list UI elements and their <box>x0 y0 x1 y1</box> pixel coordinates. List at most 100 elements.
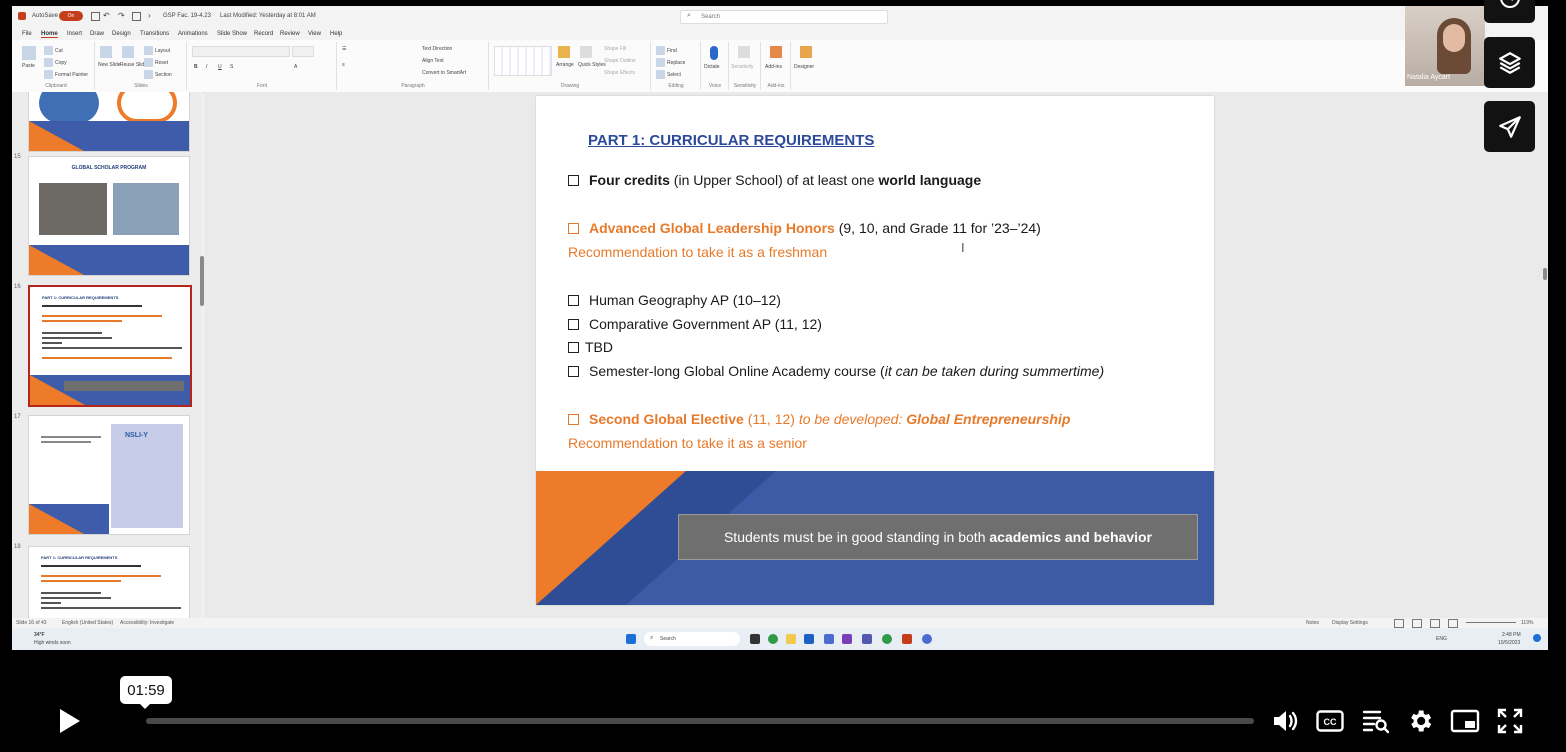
save-icon[interactable] <box>91 12 100 21</box>
weather-temp[interactable]: 34°F <box>34 632 45 638</box>
text-direction-button[interactable]: Text Direction <box>422 46 452 52</box>
progress-bar[interactable] <box>146 718 1254 724</box>
tab-help[interactable]: Help <box>330 31 342 37</box>
picture-in-picture-button[interactable] <box>1450 706 1480 736</box>
share-button[interactable] <box>1484 101 1535 152</box>
normal-view-icon[interactable] <box>1394 619 1404 628</box>
current-slide[interactable]: PART 1: CURRICULAR REQUIREMENTS Four cre… <box>536 96 1214 605</box>
slide-thumbnail[interactable]: PART 1: CURRICULAR REQUIREMENTS <box>28 546 190 622</box>
slide-thumbnail[interactable]: GLOBAL SCHOLAR PROGRAM <box>28 156 190 276</box>
weather-desc[interactable]: High winds soon <box>34 640 71 646</box>
search-box[interactable]: ⌕ Search <box>680 10 888 24</box>
redo-icon[interactable]: ↷ <box>118 11 125 20</box>
last-modified[interactable]: Last Modified: Yesterday at 8:01 AM <box>220 13 316 19</box>
tab-draw[interactable]: Draw <box>90 31 104 37</box>
fullscreen-button[interactable] <box>1495 706 1525 736</box>
captions-button[interactable]: CC <box>1315 706 1345 736</box>
section-button[interactable]: Section <box>144 70 172 79</box>
history-button[interactable] <box>1484 0 1535 23</box>
slide-sorter-icon[interactable] <box>1412 619 1422 628</box>
font-name-select[interactable] <box>192 46 290 57</box>
canvas-scrollbar[interactable] <box>1543 268 1547 280</box>
tab-record[interactable]: Record <box>254 31 273 37</box>
sensitivity-button[interactable]: Sensitivity <box>731 64 754 70</box>
app-icon[interactable] <box>922 634 932 644</box>
volume-button[interactable] <box>1270 706 1300 736</box>
bullets-icon[interactable]: ☰ <box>342 46 346 52</box>
outlook-icon[interactable] <box>804 634 814 644</box>
customize-toolbar-icon[interactable]: › <box>148 11 151 20</box>
zoom-app-icon[interactable] <box>824 634 834 644</box>
underline-icon[interactable]: U <box>218 64 222 70</box>
teams-icon[interactable] <box>862 634 872 644</box>
display-settings-button[interactable]: Display Settings <box>1332 620 1368 626</box>
notes-button[interactable]: Notes <box>1306 620 1319 626</box>
select-button[interactable]: Select <box>656 70 681 79</box>
layout-button[interactable]: Layout <box>144 46 170 55</box>
taskbar-search[interactable]: ⌕ Search <box>644 632 740 646</box>
language-indicator[interactable]: ENG <box>1436 636 1447 642</box>
shape-outline-button[interactable]: Shape Outline <box>604 58 636 64</box>
onenote-icon[interactable] <box>842 634 852 644</box>
reading-view-icon[interactable] <box>1430 619 1440 628</box>
dictate-button[interactable]: Dictate <box>704 64 720 70</box>
paste-button[interactable]: Paste <box>22 63 35 69</box>
tab-review[interactable]: Review <box>280 31 300 37</box>
accessibility-status[interactable]: Accessibility: Investigate <box>120 620 174 626</box>
file-explorer-icon[interactable] <box>786 634 796 644</box>
clock-date[interactable]: 10/5/2023 <box>1498 640 1520 646</box>
powerpoint-taskbar-icon[interactable] <box>902 634 912 644</box>
zoom-slider[interactable] <box>1466 622 1516 623</box>
play-button[interactable] <box>54 706 84 736</box>
windows-start-icon[interactable] <box>626 634 636 644</box>
font-color-icon[interactable]: A <box>294 64 297 70</box>
notification-icon[interactable] <box>1533 634 1541 642</box>
find-button[interactable]: Find <box>656 46 677 55</box>
shape-effects-button[interactable]: Shape Effects <box>604 70 635 76</box>
tab-view[interactable]: View <box>308 31 321 37</box>
tab-home[interactable]: Home <box>41 31 58 38</box>
quick-styles-button[interactable]: Quick Styles <box>578 62 606 68</box>
file-title[interactable]: GSP Fac. 19-4.23 <box>163 13 211 19</box>
italic-icon[interactable]: I <box>206 64 207 70</box>
shapes-gallery[interactable] <box>494 46 552 76</box>
tab-file[interactable]: File <box>22 31 32 37</box>
from-beginning-icon[interactable] <box>132 12 141 21</box>
undo-icon[interactable]: ↶ <box>103 11 110 20</box>
settings-button[interactable] <box>1405 706 1435 736</box>
arrange-button[interactable]: Arrange <box>556 62 574 68</box>
new-slide-button[interactable]: New Slide <box>98 62 121 68</box>
task-view-icon[interactable] <box>750 634 760 644</box>
convert-smartart-button[interactable]: Convert to SmartArt <box>422 70 466 76</box>
align-text-button[interactable]: Align Text <box>422 58 444 64</box>
language-indicator[interactable]: English (United States) <box>62 620 113 626</box>
slide-show-icon[interactable] <box>1448 619 1458 628</box>
slide-thumbnail[interactable]: NSLI-Y <box>28 415 190 535</box>
cut-button[interactable]: Cut <box>44 46 63 55</box>
addins-button[interactable]: Add-ins <box>765 64 782 70</box>
font-size-select[interactable] <box>292 46 314 57</box>
shape-fill-button[interactable]: Shape Fill <box>604 46 626 52</box>
tab-slide-show[interactable]: Slide Show <box>217 31 247 37</box>
browser-icon[interactable] <box>882 634 892 644</box>
format-painter-button[interactable]: Format Painter <box>44 70 88 79</box>
reset-button[interactable]: Reset <box>144 58 168 67</box>
clock-time[interactable]: 2:48 PM <box>1502 632 1521 638</box>
bold-icon[interactable]: B <box>194 64 198 70</box>
tab-insert[interactable]: Insert <box>67 31 82 37</box>
designer-button[interactable]: Designer <box>794 64 814 70</box>
chrome-icon[interactable] <box>768 634 778 644</box>
slide-thumbnail[interactable] <box>28 92 190 152</box>
slide-thumbnail-selected[interactable]: PART 1: CURRICULAR REQUIREMENTS <box>28 285 192 407</box>
copy-button[interactable]: Copy <box>44 58 67 67</box>
zoom-level[interactable]: 119% <box>1521 620 1533 626</box>
transcript-button[interactable] <box>1360 706 1390 736</box>
strikethrough-icon[interactable]: S <box>230 64 233 70</box>
replace-button[interactable]: Replace <box>656 58 685 67</box>
tab-animations[interactable]: Animations <box>178 31 208 37</box>
align-left-icon[interactable]: ≡ <box>342 62 345 68</box>
tab-transitions[interactable]: Transitions <box>140 31 169 37</box>
autosave-toggle[interactable]: On <box>59 11 83 21</box>
tab-design[interactable]: Design <box>112 31 131 37</box>
layers-button[interactable] <box>1484 37 1535 88</box>
